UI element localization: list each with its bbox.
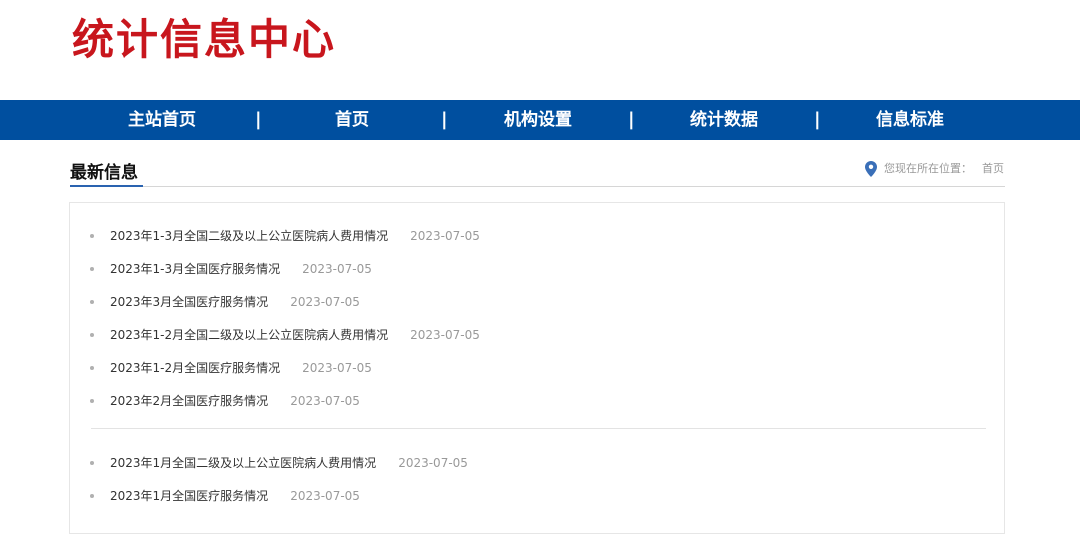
news-date: 2023-07-05	[410, 328, 480, 342]
news-date: 2023-07-05	[290, 295, 360, 309]
news-title-link[interactable]: 2023年1-3月全国二级及以上公立医院病人费用情况	[110, 229, 388, 243]
list-item[interactable]: 2023年1-2月全国二级及以上公立医院病人费用情况 2023-07-05	[90, 325, 480, 345]
list-item[interactable]: 2023年1-3月全国医疗服务情况 2023-07-05	[90, 259, 372, 279]
news-title-link[interactable]: 2023年3月全国医疗服务情况	[110, 295, 268, 309]
news-title-link[interactable]: 2023年1-3月全国医疗服务情况	[110, 262, 280, 276]
site-logo[interactable]: 统计信息中心	[72, 14, 336, 66]
nav-item-standards[interactable]: 信息标准	[830, 100, 990, 140]
news-date: 2023-07-05	[398, 456, 468, 470]
bullet-dot-icon	[90, 332, 94, 337]
nav-separator: |	[441, 109, 448, 130]
news-title-link[interactable]: 2023年1月全国医疗服务情况	[110, 489, 268, 503]
map-pin-icon	[865, 161, 877, 177]
title-accent-bar	[70, 185, 143, 187]
list-item[interactable]: 2023年2月全国医疗服务情况 2023-07-05	[90, 391, 360, 411]
location-label: 您现在所在位置：	[884, 162, 972, 175]
news-title-link[interactable]: 2023年2月全国医疗服务情况	[110, 394, 268, 408]
list-item[interactable]: 2023年1月全国二级及以上公立医院病人费用情况 2023-07-05	[90, 453, 468, 473]
list-item[interactable]: 2023年3月全国医疗服务情况 2023-07-05	[90, 292, 360, 312]
title-divider	[70, 186, 1005, 187]
news-title-link[interactable]: 2023年1-2月全国医疗服务情况	[110, 361, 280, 375]
breadcrumb-home-link[interactable]: 首页	[982, 160, 1004, 178]
nav-item-statistics[interactable]: 统计数据	[644, 100, 804, 140]
news-date: 2023-07-05	[290, 394, 360, 408]
news-title-link[interactable]: 2023年1月全国二级及以上公立医院病人费用情况	[110, 456, 376, 470]
news-date: 2023-07-05	[302, 361, 372, 375]
bullet-dot-icon	[90, 266, 94, 271]
bullet-dot-icon	[90, 365, 94, 370]
news-date: 2023-07-05	[410, 229, 480, 243]
main-nav: 主站首页 | 首页 | 机构设置 | 统计数据 | 信息标准	[0, 100, 1080, 140]
news-title-link[interactable]: 2023年1-2月全国二级及以上公立医院病人费用情况	[110, 328, 388, 342]
nav-separator: |	[628, 109, 635, 130]
list-item[interactable]: 2023年1月全国医疗服务情况 2023-07-05	[90, 486, 360, 506]
list-group-divider	[91, 428, 986, 429]
bullet-dot-icon	[90, 493, 94, 498]
nav-item-organization[interactable]: 机构设置	[458, 100, 618, 140]
bullet-dot-icon	[90, 460, 94, 465]
bullet-dot-icon	[90, 299, 94, 304]
list-item[interactable]: 2023年1-3月全国二级及以上公立医院病人费用情况 2023-07-05	[90, 226, 480, 246]
list-item[interactable]: 2023年1-2月全国医疗服务情况 2023-07-05	[90, 358, 372, 378]
nav-item-main-home[interactable]: 主站首页	[82, 100, 242, 140]
bullet-dot-icon	[90, 233, 94, 238]
section-title: 最新信息	[70, 163, 138, 183]
nav-item-home[interactable]: 首页	[272, 100, 432, 140]
nav-separator: |	[255, 109, 262, 130]
bullet-dot-icon	[90, 398, 94, 403]
news-date: 2023-07-05	[290, 489, 360, 503]
breadcrumb: 您现在所在位置： 首页	[865, 160, 1004, 178]
nav-separator: |	[814, 109, 821, 130]
news-date: 2023-07-05	[302, 262, 372, 276]
